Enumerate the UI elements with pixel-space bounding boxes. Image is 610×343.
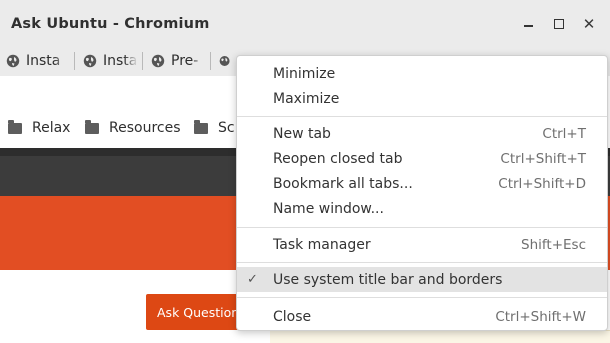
globe-icon — [219, 56, 230, 66]
tab-4[interactable] — [210, 46, 236, 76]
title-bar[interactable]: Ask Ubuntu - Chromium ✕ — [0, 0, 610, 51]
menu-item-reopen-closed-tab[interactable]: Reopen closed tab Ctrl+Shift+T — [237, 146, 607, 171]
globe-icon — [151, 54, 165, 68]
checkmark-icon: ✓ — [247, 272, 258, 287]
tab-2[interactable]: Insta — [74, 46, 138, 76]
globe-icon — [83, 54, 97, 68]
tab-3[interactable]: Pre- — [142, 46, 206, 76]
bookmark-folder-resources[interactable]: Resources — [85, 119, 181, 136]
minimize-icon — [523, 25, 533, 27]
bookmark-folder-relax[interactable]: Relax — [8, 119, 71, 136]
menu-separator — [237, 262, 607, 263]
tab-1[interactable]: Insta — [6, 46, 68, 76]
menu-item-maximize[interactable]: Maximize — [237, 86, 607, 111]
window-title: Ask Ubuntu - Chromium — [11, 16, 210, 32]
folder-icon — [8, 119, 22, 134]
globe-icon — [6, 54, 20, 68]
bookmark-label: Resources — [109, 120, 181, 136]
browser-window: Ask Ubuntu - Chromium ✕ Insta Insta Pre-… — [0, 0, 610, 343]
shortcut-text: Ctrl+T — [542, 125, 586, 142]
close-icon: ✕ — [582, 15, 596, 33]
menu-separator — [237, 116, 607, 117]
shortcut-text: Shift+Esc — [521, 236, 586, 253]
bookmark-label: Relax — [32, 120, 71, 136]
menu-item-bookmark-all-tabs[interactable]: Bookmark all tabs... Ctrl+Shift+D — [237, 171, 607, 196]
minimize-button[interactable] — [516, 12, 540, 36]
menu-separator — [237, 227, 607, 228]
bookmark-label: Sc — [218, 120, 235, 136]
menu-item-minimize[interactable]: Minimize — [237, 61, 607, 86]
menu-separator — [237, 297, 607, 298]
menu-item-task-manager[interactable]: Task manager Shift+Esc — [237, 232, 607, 257]
menu-item-new-tab[interactable]: New tab Ctrl+T — [237, 121, 607, 146]
maximize-icon — [554, 19, 564, 29]
menu-item-name-window[interactable]: Name window... — [237, 196, 607, 221]
folder-icon — [194, 119, 208, 134]
tab-strip-context-menu: Minimize Maximize New tab Ctrl+T Reopen … — [236, 55, 608, 331]
menu-item-close[interactable]: Close Ctrl+Shift+W — [237, 304, 607, 329]
maximize-button[interactable] — [547, 12, 571, 36]
shortcut-text: Ctrl+Shift+D — [498, 175, 586, 192]
shortcut-text: Ctrl+Shift+W — [495, 308, 586, 325]
folder-icon — [85, 119, 99, 134]
sidebar-notice — [270, 330, 610, 343]
close-button[interactable]: ✕ — [577, 12, 601, 36]
shortcut-text: Ctrl+Shift+T — [500, 150, 586, 167]
bookmark-folder-sc[interactable]: Sc — [194, 119, 235, 136]
menu-item-use-system-title-bar[interactable]: ✓ Use system title bar and borders — [237, 267, 607, 292]
